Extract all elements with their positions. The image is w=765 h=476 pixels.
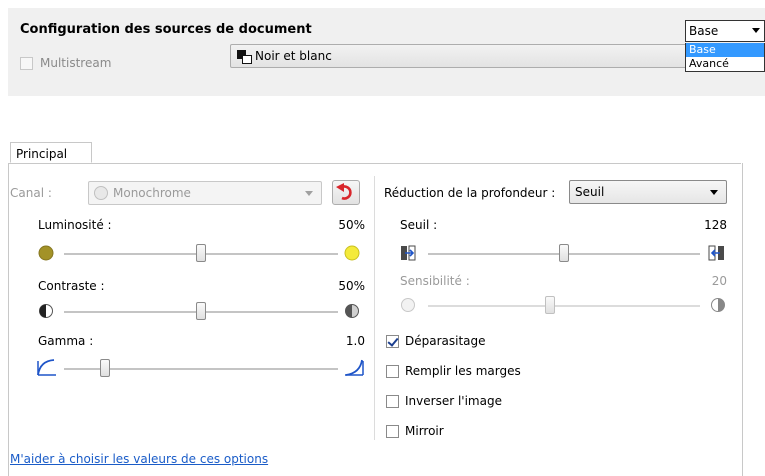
- invert-image-label: Inverser l'image: [405, 394, 502, 408]
- gamma-low-icon: [37, 359, 56, 376]
- gamma-high-icon: [345, 359, 364, 376]
- contrast-slider[interactable]: [196, 302, 206, 320]
- despeckle-checkbox[interactable]: [386, 335, 399, 348]
- channel-value: Monochrome: [113, 186, 191, 200]
- depth-reduction-label: Réduction de la profondeur :: [384, 186, 556, 200]
- brightness-high-icon: [344, 245, 360, 261]
- gamma-label: Gamma :: [38, 334, 94, 348]
- channel-label: Canal :: [10, 186, 52, 200]
- mirror-label: Mirroir: [405, 424, 444, 438]
- sensitivity-label: Sensibilité :: [400, 274, 470, 288]
- sensitivity-value: 20: [711, 274, 727, 288]
- mode-select[interactable]: Base: [685, 20, 765, 42]
- fill-margins-label: Remplir les marges: [405, 364, 521, 378]
- chevron-down-icon: [710, 190, 718, 195]
- tab-principal[interactable]: Principal: [10, 142, 92, 163]
- invert-image-checkbox[interactable]: [386, 395, 399, 408]
- mirror-checkbox[interactable]: [386, 425, 399, 438]
- despeckle-label: Déparasitage: [405, 334, 486, 348]
- gamma-slider[interactable]: [100, 359, 111, 377]
- depth-reduction-value: Seuil: [575, 185, 605, 199]
- mode-dropdown-list: Base Avancé: [685, 43, 765, 72]
- brightness-label: Luminosité :: [38, 218, 112, 232]
- sensitivity-track: [428, 305, 700, 308]
- contrast-value: 50%: [338, 279, 365, 293]
- contrast-high-icon: [345, 304, 359, 318]
- chevron-down-icon: [305, 191, 313, 196]
- threshold-slider[interactable]: [559, 244, 569, 262]
- reset-button[interactable]: [332, 180, 360, 205]
- color-mode-label: Noir et blanc: [255, 49, 332, 63]
- sensitivity-low-icon: [401, 298, 415, 312]
- undo-icon: [336, 183, 352, 200]
- column-divider: [374, 176, 375, 440]
- monochrome-icon: [94, 186, 108, 200]
- black-white-icon: [237, 49, 252, 64]
- tab-strip: Principal: [8, 142, 741, 164]
- chevron-down-icon: [752, 28, 760, 33]
- depth-reduction-select[interactable]: Seuil: [569, 180, 727, 204]
- channel-select[interactable]: Monochrome: [88, 181, 322, 205]
- brightness-low-icon: [38, 245, 54, 261]
- threshold-value: 128: [704, 218, 727, 232]
- gamma-value: 1.0: [345, 334, 365, 348]
- brightness-value: 50%: [338, 218, 365, 232]
- threshold-label: Seuil :: [400, 218, 438, 232]
- help-link[interactable]: M'aider à choisir les valeurs de ces opt…: [10, 452, 268, 466]
- mode-option-base[interactable]: Base: [686, 43, 764, 57]
- multistream-checkbox-box[interactable]: [20, 56, 33, 70]
- sensitivity-high-icon: [711, 298, 725, 312]
- fill-margins-checkbox[interactable]: [386, 365, 399, 378]
- mode-select-value: Base: [689, 24, 719, 38]
- brightness-slider[interactable]: [196, 244, 206, 262]
- contrast-low-icon: [39, 304, 53, 318]
- threshold-low-icon: [401, 245, 416, 261]
- tab-content: [8, 163, 743, 476]
- panel-title: Configuration des sources de document: [20, 22, 312, 37]
- multistream-checkbox[interactable]: Multistream: [20, 56, 111, 70]
- threshold-high-icon: [708, 245, 724, 261]
- multistream-label: Multistream: [40, 56, 112, 70]
- mode-option-advanced[interactable]: Avancé: [686, 57, 764, 71]
- color-mode-button[interactable]: Noir et blanc: [230, 44, 755, 68]
- contrast-label: Contraste :: [38, 279, 105, 293]
- sensitivity-slider[interactable]: [545, 296, 556, 314]
